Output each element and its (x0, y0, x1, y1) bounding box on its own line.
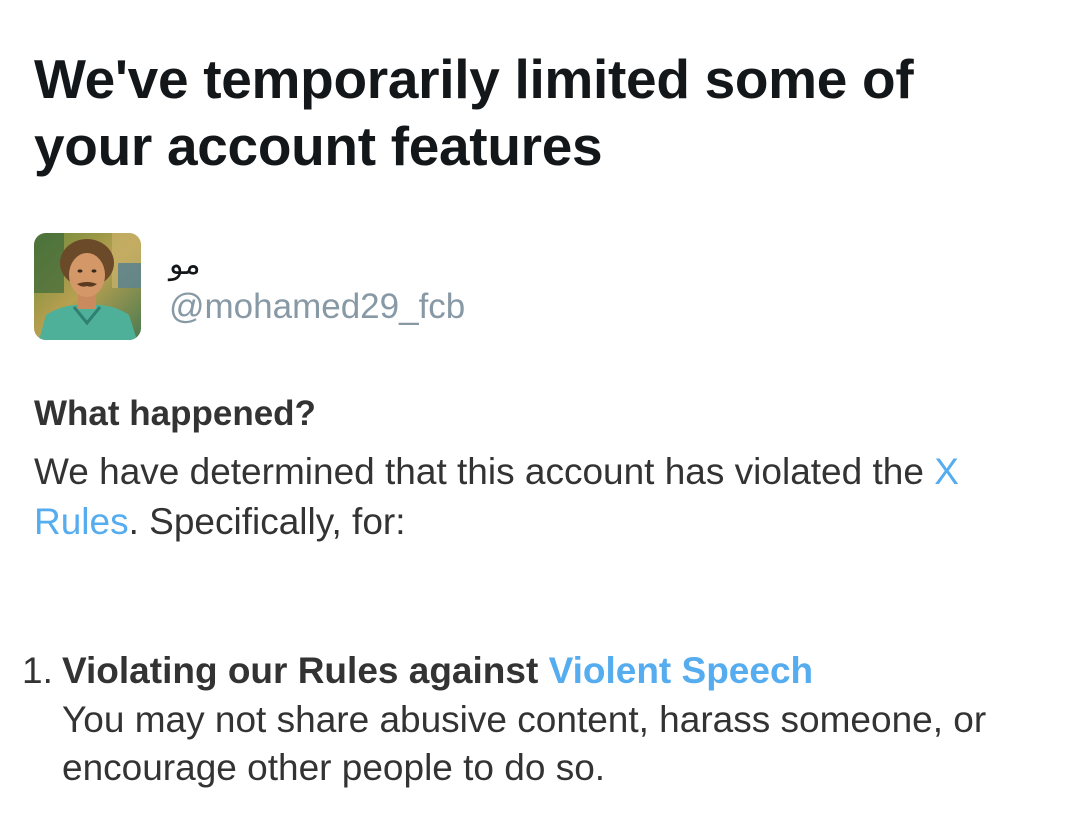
violent-speech-link[interactable]: Violent Speech (549, 650, 814, 691)
violation-title-prefix: Violating our Rules against (62, 650, 549, 691)
what-happened-heading: What happened? (34, 394, 316, 433)
avatar (34, 233, 141, 340)
account-profile: مو @mohamed29_fcb (34, 233, 465, 340)
avatar-image (34, 233, 141, 340)
list-item: 1. Violating our Rules against Violent S… (22, 646, 1062, 792)
what-happened-text-after: . Specifically, for: (128, 501, 406, 542)
violation-description: You may not share abusive content, haras… (62, 699, 987, 788)
violation-number: 1. (22, 650, 53, 691)
page-title: We've temporarily limited some of your a… (34, 48, 914, 177)
display-name: مو (169, 246, 201, 282)
what-happened-text-before: We have determined that this account has… (34, 451, 935, 492)
violation-title: Violating our Rules against Violent Spee… (62, 646, 1062, 696)
violations-list: 1. Violating our Rules against Violent S… (22, 646, 1062, 792)
what-happened-text: We have determined that this account has… (34, 447, 1044, 547)
account-names: مو @mohamed29_fcb (169, 245, 465, 329)
account-handle: @mohamed29_fcb (169, 286, 466, 326)
limited-account-notice: We've temporarily limited some of your a… (0, 0, 1080, 813)
